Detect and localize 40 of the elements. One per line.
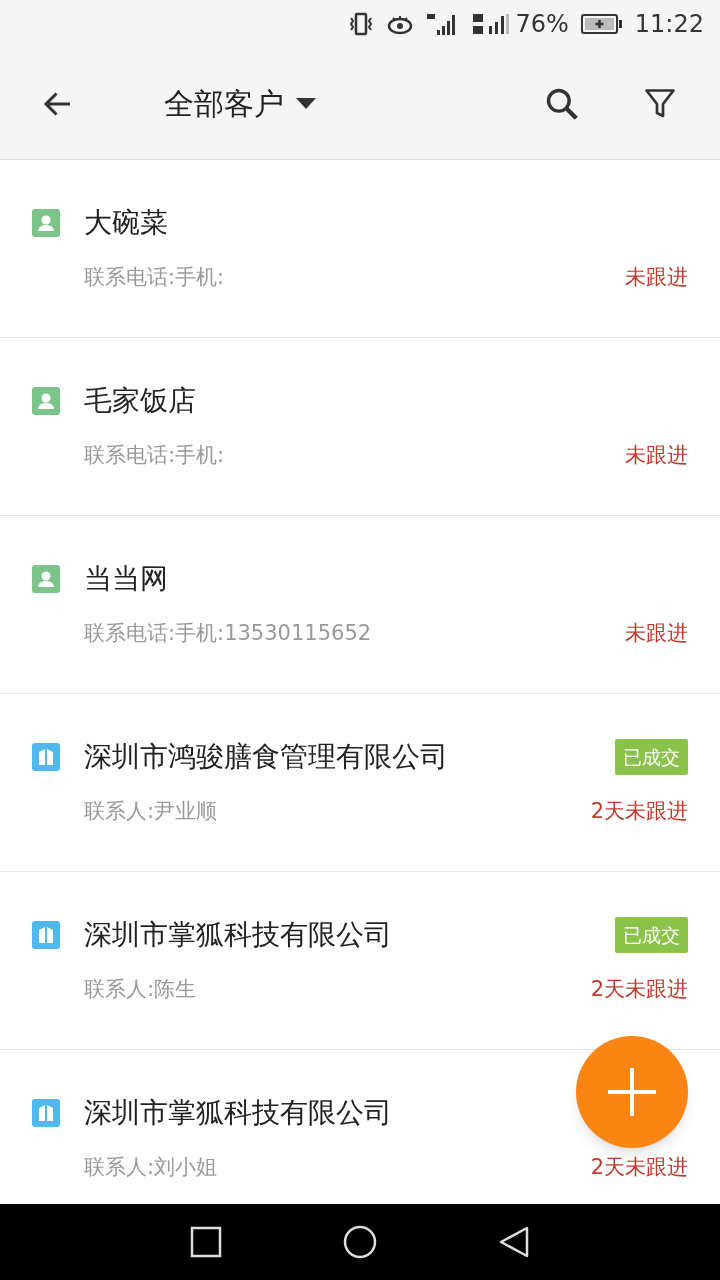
contact-info: 联系电话:手机: bbox=[84, 442, 225, 469]
clock-time: 11:22 bbox=[634, 9, 704, 40]
contact-info: 联系电话:手机:13530115652 bbox=[84, 620, 372, 647]
building-icon bbox=[32, 743, 60, 771]
follow-status: 未跟进 bbox=[625, 620, 688, 647]
follow-status: 2天未跟进 bbox=[590, 798, 688, 825]
building-icon bbox=[32, 1099, 60, 1127]
eye-icon bbox=[387, 13, 414, 35]
recents-button[interactable] bbox=[190, 1226, 222, 1258]
customer-name: 当当网 bbox=[84, 561, 168, 597]
contact-info: 联系人:陈生 bbox=[84, 976, 197, 1003]
follow-status: 未跟进 bbox=[625, 264, 688, 291]
customer-row[interactable]: 毛家饭店 联系电话:手机: 未跟进 bbox=[0, 338, 720, 516]
customer-name: 深圳市掌狐科技有限公司 bbox=[84, 917, 392, 953]
contact-icon bbox=[32, 209, 60, 237]
contact-icon bbox=[32, 387, 60, 415]
battery-icon bbox=[580, 14, 623, 34]
customer-name: 深圳市鸿骏膳食管理有限公司 bbox=[84, 739, 448, 775]
deal-status: 已成交 bbox=[615, 738, 688, 776]
battery-percent: 76% bbox=[515, 9, 569, 40]
deal-status: 已成交 bbox=[615, 916, 688, 954]
follow-status: 2天未跟进 bbox=[590, 1154, 688, 1181]
title-dropdown[interactable]: 全部客户 bbox=[164, 81, 316, 126]
follow-status: 2天未跟进 bbox=[590, 976, 688, 1003]
customer-row[interactable]: 当当网 联系电话:手机:13530115652 未跟进 bbox=[0, 516, 720, 694]
back-nav-button[interactable] bbox=[498, 1225, 530, 1259]
contact-info: 联系人:尹业顺 bbox=[84, 798, 218, 825]
contact-info: 联系电话:手机: bbox=[84, 264, 225, 291]
customer-row[interactable]: 大碗菜 联系电话:手机: 未跟进 bbox=[0, 160, 720, 338]
signal-icon bbox=[471, 12, 512, 36]
caret-icon bbox=[296, 97, 316, 110]
follow-status: 未跟进 bbox=[625, 442, 688, 469]
customer-name: 大碗菜 bbox=[84, 205, 168, 241]
customer-name: 毛家饭店 bbox=[84, 383, 196, 419]
customer-row[interactable]: 深圳市鸿骏膳食管理有限公司 已成交 联系人:尹业顺 2天未跟进 bbox=[0, 694, 720, 872]
home-button[interactable] bbox=[342, 1224, 378, 1260]
contact-icon bbox=[32, 565, 60, 593]
contact-info: 联系人:刘小姐 bbox=[84, 1154, 218, 1181]
customer-name: 深圳市掌狐科技有限公司 bbox=[84, 1095, 392, 1131]
building-icon bbox=[32, 921, 60, 949]
